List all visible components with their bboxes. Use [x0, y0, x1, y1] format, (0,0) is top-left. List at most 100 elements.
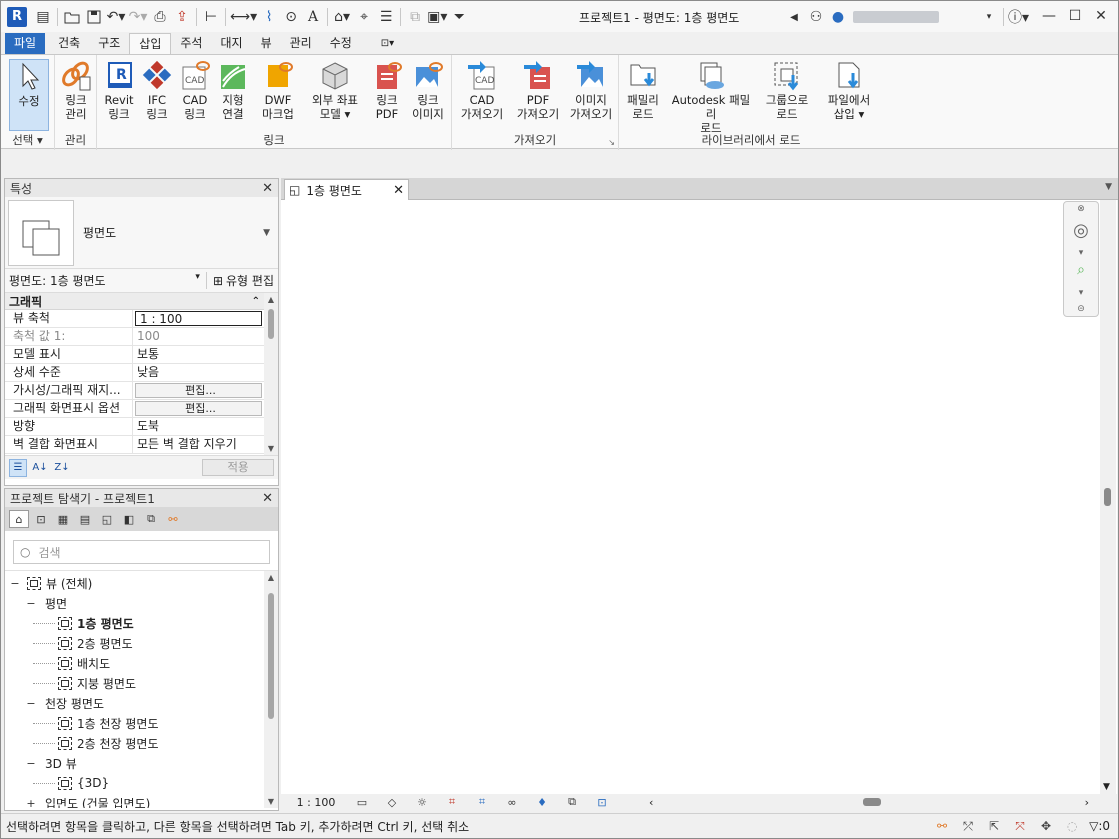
chevron-down-icon[interactable]: ▼ — [263, 228, 278, 238]
tab-annotate[interactable]: 주석 — [171, 33, 211, 54]
schedules-icon[interactable]: ▤ — [75, 510, 95, 528]
user-name-blurred[interactable] — [853, 11, 939, 23]
wall-join-value[interactable]: 모든 벽 결합 지우기 — [133, 436, 264, 453]
scroll-thumb[interactable] — [863, 798, 881, 806]
binoculars-icon[interactable]: ⚇ — [806, 6, 826, 28]
collapse-icon[interactable]: ⌃ — [252, 296, 260, 307]
scroll-thumb[interactable] — [268, 309, 274, 339]
tree-item-site-plan[interactable]: 배치도 — [33, 653, 110, 673]
home-icon[interactable]: ▤ — [33, 6, 53, 28]
tree-item-ceiling-plan-1[interactable]: 1층 천장 평면도 — [33, 713, 159, 733]
tree-item-3d[interactable]: {3D} — [33, 773, 109, 793]
reveal-hidden-icon[interactable]: ♦ — [531, 795, 553, 809]
print-icon[interactable]: ⎙ — [150, 6, 170, 28]
view-filter-icon[interactable]: ⊡ — [31, 510, 51, 528]
project-browser-title-bar[interactable]: 프로젝트 탐색기 - 프로젝트1 ✕ — [5, 489, 278, 507]
import-pdf-button[interactable]: PDF 가져오기 — [512, 59, 564, 121]
section-icon[interactable]: ⌖ — [354, 6, 374, 28]
section-graphics[interactable]: 그래픽 ⌃ — [5, 293, 264, 310]
measure-icon[interactable]: ⊢ — [201, 6, 221, 28]
properties-title-bar[interactable]: 특성 ✕ — [5, 179, 278, 197]
visual-style-icon[interactable]: ◇ — [381, 795, 403, 809]
tabs-menu-icon[interactable]: ▼ — [1105, 182, 1112, 192]
views-category-icon[interactable]: ⌂ — [9, 510, 29, 528]
view-scale-input[interactable]: 1 : 100 — [135, 311, 262, 326]
browser-scrollbar[interactable]: ▲ ▼ — [264, 571, 278, 808]
tab-view[interactable]: 뷰 — [252, 33, 281, 54]
ribbon-display-toggle-icon[interactable]: ⊡▾ — [381, 33, 394, 54]
load-autodesk-family-button[interactable]: Autodesk 패밀리 로드 — [667, 59, 755, 135]
link-image-button[interactable]: 링크 이미지 — [409, 59, 447, 121]
tab-manage[interactable]: 관리 — [281, 33, 321, 54]
type-selector[interactable]: 평면도 ▼ — [5, 197, 278, 269]
coordination-model-button[interactable]: 외부 좌표 모델 ▾ — [305, 59, 365, 121]
ifc-link-button[interactable]: IFC 링크 — [139, 59, 175, 121]
default-3d-icon[interactable]: ⌂▾ — [332, 6, 352, 28]
temporary-hide-icon[interactable]: ∞ — [501, 795, 523, 809]
import-launcher-icon[interactable]: ↘ — [608, 138, 615, 147]
tab-modify[interactable]: 수정 — [321, 33, 361, 54]
collapse-icon[interactable]: − — [25, 597, 37, 610]
close-icon[interactable]: ✕ — [262, 491, 273, 506]
link-pdf-button[interactable]: 링크 PDF — [369, 59, 405, 121]
collapse-icon[interactable]: − — [9, 577, 21, 590]
orientation-value[interactable]: 도북 — [133, 418, 264, 435]
chevron-down-icon[interactable]: ▾ — [1064, 288, 1098, 298]
worksharing-icon[interactable]: ⧉ — [561, 795, 583, 809]
canvas-horizontal-scrollbar[interactable]: ‹ › — [649, 796, 1089, 809]
scroll-down-icon[interactable]: ▼ — [264, 797, 278, 806]
maximize-icon[interactable]: ☐ — [1062, 5, 1088, 27]
tag-icon[interactable]: ⌇ — [259, 6, 279, 28]
dimension-icon[interactable]: ⟷▾ — [230, 6, 257, 28]
scroll-left-icon[interactable]: ‹ — [649, 796, 653, 809]
drawing-canvas[interactable] — [281, 200, 1117, 794]
revit-links-icon[interactable]: ⚯ — [163, 510, 183, 528]
user-dropdown-icon[interactable]: ▾ — [979, 6, 999, 28]
view-scale-button[interactable]: 1 : 100 — [281, 796, 351, 809]
minimize-icon[interactable]: — — [1036, 5, 1062, 27]
tree-node-3d-views[interactable]: − 3D 뷰 — [25, 753, 76, 773]
select-underlay-icon[interactable]: ⤱ — [957, 816, 979, 836]
tab-insert[interactable]: 삽입 — [129, 33, 172, 54]
help-icon[interactable]: ⓘ▾ — [1008, 6, 1029, 28]
legends-icon[interactable]: ▦ — [53, 510, 73, 528]
apply-button[interactable]: 적용 — [202, 459, 274, 476]
instance-selector[interactable]: 평면도: 1층 평면도 ▾ — [9, 272, 207, 289]
close-icon[interactable]: ✕ — [393, 183, 404, 198]
open-icon[interactable] — [62, 6, 82, 28]
view-tab-floor-plan-1[interactable]: ◱ 1층 평면도 ✕ — [284, 179, 409, 200]
graphic-display-edit-button[interactable]: 편집... — [135, 401, 262, 416]
manage-links-button[interactable]: 링크 관리 — [57, 59, 95, 121]
tree-item-floor-plan-2[interactable]: 2층 평면도 — [33, 633, 133, 653]
navbar-options-icon[interactable]: ⊝ — [1064, 304, 1098, 314]
scroll-up-icon[interactable]: ▲ — [264, 295, 278, 304]
cad-link-button[interactable]: CAD CAD 링크 — [177, 59, 213, 121]
sheets-icon[interactable]: ◱ — [97, 510, 117, 528]
tab-structure[interactable]: 구조 — [89, 33, 129, 54]
sun-path-icon[interactable]: ☼ — [411, 795, 433, 809]
detail-level-value[interactable]: 낮음 — [133, 364, 264, 381]
tree-node-views-all[interactable]: − 뷰 (전체) — [9, 573, 92, 593]
sort-ascending-icon[interactable]: A↓ — [31, 459, 49, 477]
properties-scrollbar[interactable]: ▲ ▼ — [264, 293, 278, 455]
select-pinned-icon[interactable]: ⇱ — [983, 816, 1005, 836]
detail-level-icon[interactable]: ▭ — [351, 795, 373, 809]
display-model-value[interactable]: 보통 — [133, 346, 264, 363]
tab-file[interactable]: 파일 — [5, 33, 46, 54]
import-image-button[interactable]: 이미지 가져오기 — [566, 59, 616, 121]
background-process-icon[interactable]: ◌ — [1061, 816, 1083, 836]
scroll-right-icon[interactable]: › — [1085, 796, 1089, 809]
load-as-group-button[interactable]: 그룹으로 로드 — [759, 59, 815, 121]
2d-wheel-icon[interactable]: ◎ — [1064, 220, 1098, 241]
revit-link-button[interactable]: R Revit 링크 — [101, 59, 137, 121]
text-icon[interactable]: A — [303, 6, 323, 28]
spot-elevation-icon[interactable]: ⊙ — [281, 6, 301, 28]
close-icon[interactable]: ✕ — [262, 181, 273, 196]
save-icon[interactable] — [84, 6, 104, 28]
sort-descending-icon[interactable]: Z↓ — [53, 459, 71, 477]
tree-node-floor-plans[interactable]: − 평면 — [25, 593, 67, 613]
groups-icon[interactable]: ⧉ — [141, 510, 161, 528]
topography-link-button[interactable]: 지형 연결 — [215, 59, 251, 121]
collapse-icon[interactable]: − — [25, 697, 37, 710]
close-icon[interactable]: ✕ — [1088, 5, 1114, 27]
